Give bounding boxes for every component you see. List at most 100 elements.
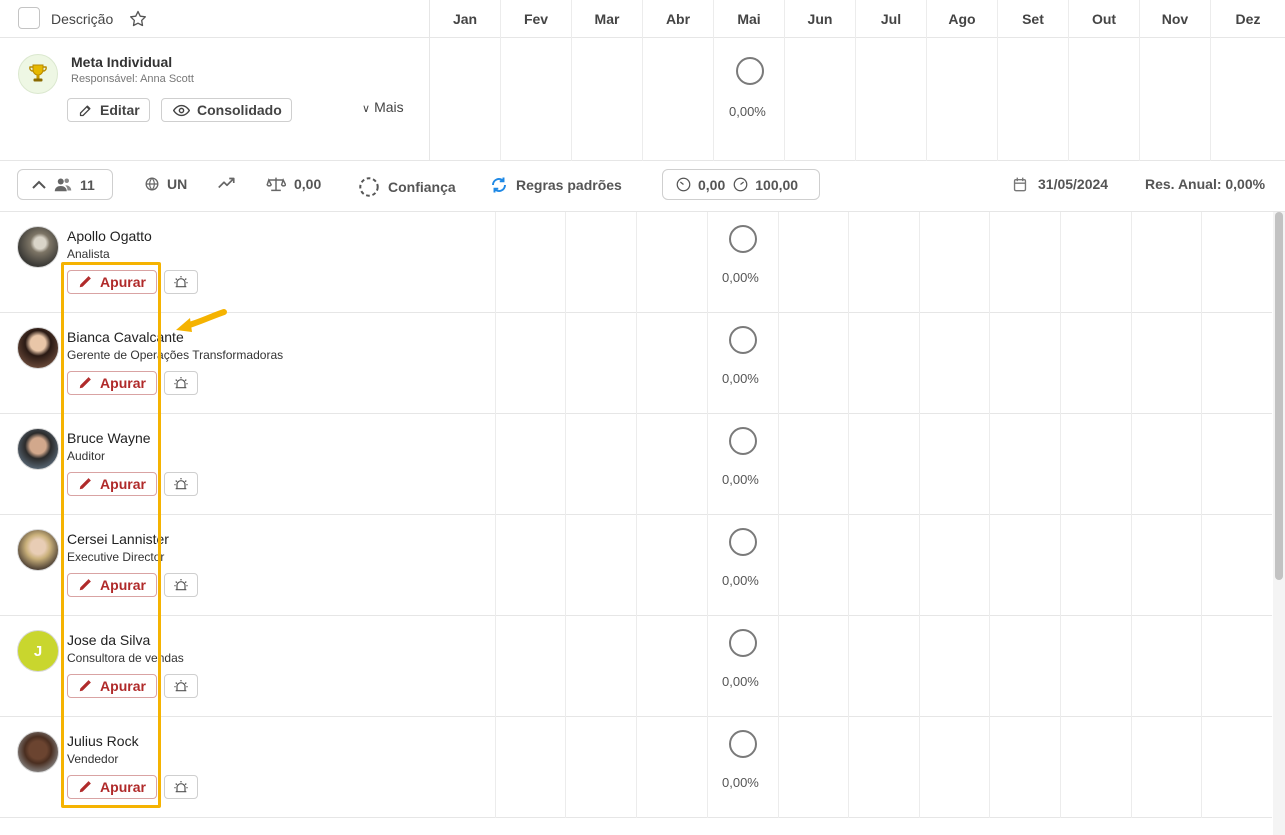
edit-button[interactable]: Editar	[67, 98, 150, 122]
month-cell-fev[interactable]	[496, 515, 566, 616]
month-cell-jan[interactable]	[426, 717, 496, 818]
apurar-button[interactable]: Apurar	[67, 472, 157, 496]
month-cell-dez[interactable]	[1202, 717, 1272, 818]
alarm-button[interactable]	[164, 775, 198, 799]
month-cell-jun[interactable]	[779, 515, 849, 616]
month-cell-jul[interactable]	[849, 212, 920, 313]
month-cell-set[interactable]	[990, 414, 1061, 515]
goal-cell-set[interactable]	[998, 38, 1069, 161]
month-cell-jan[interactable]	[426, 313, 496, 414]
month-cell-dez[interactable]	[1202, 616, 1272, 717]
month-cell-jul[interactable]	[849, 313, 920, 414]
apurar-button[interactable]: Apurar	[67, 775, 157, 799]
month-cell-ago[interactable]	[920, 414, 990, 515]
goal-cell-dez[interactable]	[1211, 38, 1285, 161]
month-cell-nov[interactable]	[1132, 515, 1202, 616]
range-pill[interactable]: 0,00 100,00	[662, 169, 820, 200]
month-cell-abr[interactable]	[637, 616, 708, 717]
month-cell-set[interactable]	[990, 616, 1061, 717]
consolidated-button[interactable]: Consolidado	[161, 98, 292, 122]
month-cell-abr[interactable]	[637, 717, 708, 818]
goal-cell-mar[interactable]	[572, 38, 643, 161]
confidence-indicator[interactable]: Confiança	[358, 176, 456, 198]
month-cell-out[interactable]	[1061, 414, 1132, 515]
alarm-button[interactable]	[164, 573, 198, 597]
month-cell-nov[interactable]	[1132, 414, 1202, 515]
alarm-button[interactable]	[164, 472, 198, 496]
month-cell-nov[interactable]	[1132, 616, 1202, 717]
month-cell-set[interactable]	[990, 212, 1061, 313]
month-cell-nov[interactable]	[1132, 212, 1202, 313]
month-cell-set[interactable]	[990, 717, 1061, 818]
month-cell-out[interactable]	[1061, 717, 1132, 818]
month-cell-out[interactable]	[1061, 515, 1132, 616]
month-cell-jan[interactable]	[426, 616, 496, 717]
month-cell-jan[interactable]	[426, 212, 496, 313]
month-cell-abr[interactable]	[637, 313, 708, 414]
month-cell-fev[interactable]	[496, 717, 566, 818]
apurar-button[interactable]: Apurar	[67, 270, 157, 294]
goal-cell-out[interactable]	[1069, 38, 1140, 161]
goal-cell-abr[interactable]	[643, 38, 714, 161]
month-cell-mar[interactable]	[566, 717, 637, 818]
month-cell-fev[interactable]	[496, 414, 566, 515]
goal-cell-jul[interactable]	[856, 38, 927, 161]
alarm-button[interactable]	[164, 270, 198, 294]
goal-cell-jan[interactable]	[430, 38, 501, 161]
apurar-button[interactable]: Apurar	[67, 674, 157, 698]
apurar-button[interactable]: Apurar	[67, 573, 157, 597]
month-cell-dez[interactable]	[1202, 515, 1272, 616]
month-cell-ago[interactable]	[920, 313, 990, 414]
month-cell-ago[interactable]	[920, 616, 990, 717]
month-cell-jun[interactable]	[779, 313, 849, 414]
month-cell-jul[interactable]	[849, 515, 920, 616]
month-cell-mar[interactable]	[566, 212, 637, 313]
select-all-checkbox[interactable]	[18, 7, 40, 29]
alarm-button[interactable]	[164, 674, 198, 698]
month-cell-jul[interactable]	[849, 414, 920, 515]
month-cell-jun[interactable]	[779, 414, 849, 515]
more-toggle[interactable]: ∨ Mais	[362, 99, 404, 115]
apurar-button[interactable]: Apurar	[67, 371, 157, 395]
month-cell-mar[interactable]	[566, 616, 637, 717]
month-cell-out[interactable]	[1061, 212, 1132, 313]
month-cell-ago[interactable]	[920, 717, 990, 818]
month-cell-ago[interactable]	[920, 212, 990, 313]
goal-cell-jun[interactable]	[785, 38, 856, 161]
goal-cell-ago[interactable]	[927, 38, 998, 161]
month-cell-dez[interactable]	[1202, 414, 1272, 515]
vertical-scrollbar[interactable]	[1273, 212, 1285, 835]
goal-cell-fev[interactable]	[501, 38, 572, 161]
month-cell-fev[interactable]	[496, 313, 566, 414]
month-cell-jan[interactable]	[426, 414, 496, 515]
alarm-button[interactable]	[164, 371, 198, 395]
month-cell-abr[interactable]	[637, 515, 708, 616]
month-cell-mar[interactable]	[566, 414, 637, 515]
month-cell-set[interactable]	[990, 515, 1061, 616]
month-cell-abr[interactable]	[637, 212, 708, 313]
month-cell-jul[interactable]	[849, 717, 920, 818]
month-cell-jun[interactable]	[779, 616, 849, 717]
month-cell-mar[interactable]	[566, 515, 637, 616]
date-indicator[interactable]: 31/05/2024	[1013, 176, 1108, 192]
month-cell-out[interactable]	[1061, 616, 1132, 717]
rules-indicator[interactable]: Regras padrões	[490, 176, 622, 194]
month-cell-nov[interactable]	[1132, 717, 1202, 818]
goal-cell-mai[interactable]: 0,00%	[714, 38, 785, 161]
scrollbar-thumb[interactable]	[1275, 212, 1283, 580]
month-cell-nov[interactable]	[1132, 313, 1202, 414]
month-cell-fev[interactable]	[496, 212, 566, 313]
month-cell-mar[interactable]	[566, 313, 637, 414]
month-cell-jul[interactable]	[849, 616, 920, 717]
month-cell-abr[interactable]	[637, 414, 708, 515]
star-icon[interactable]	[128, 9, 148, 29]
month-cell-out[interactable]	[1061, 313, 1132, 414]
month-cell-ago[interactable]	[920, 515, 990, 616]
members-toggle[interactable]: 11	[17, 169, 113, 200]
month-cell-jun[interactable]	[779, 717, 849, 818]
month-cell-jun[interactable]	[779, 212, 849, 313]
month-cell-jan[interactable]	[426, 515, 496, 616]
month-cell-dez[interactable]	[1202, 212, 1272, 313]
month-cell-set[interactable]	[990, 313, 1061, 414]
month-cell-dez[interactable]	[1202, 313, 1272, 414]
